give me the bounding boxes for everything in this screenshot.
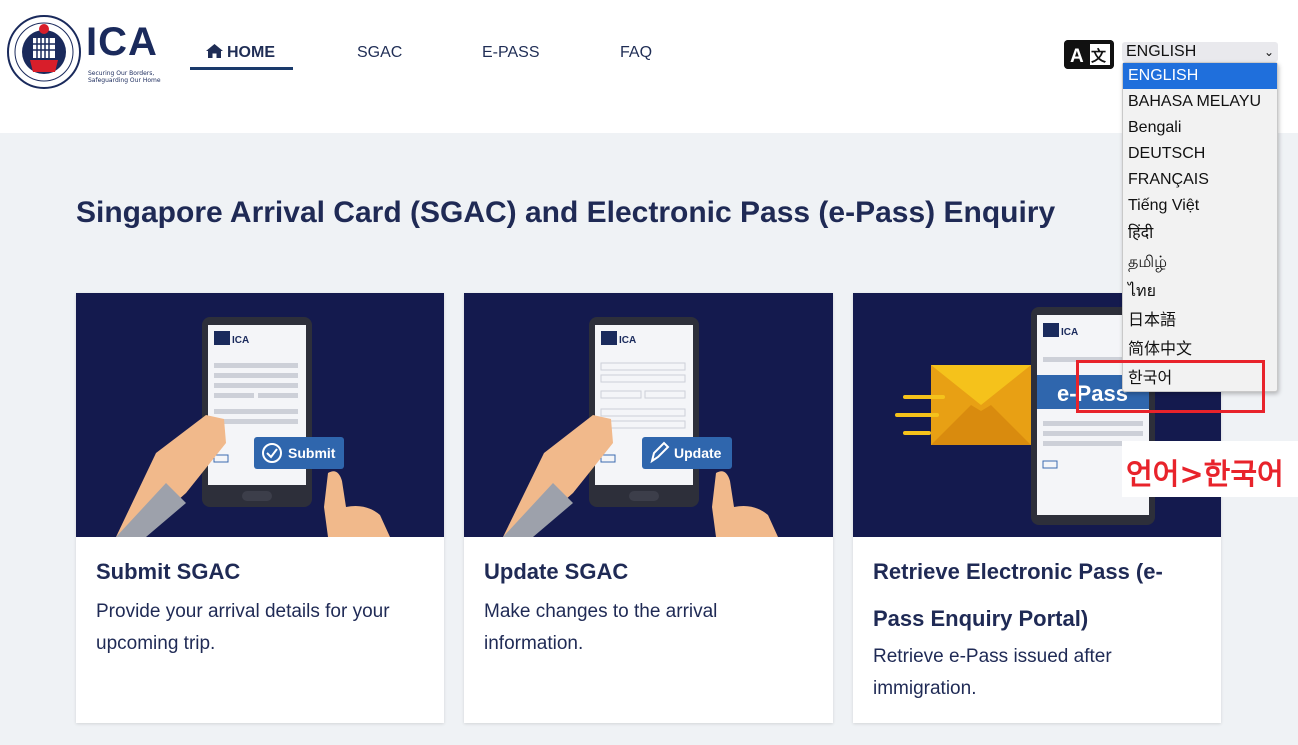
language-select[interactable]: ENGLISH ⌄ (1122, 42, 1278, 62)
language-option-vietnamese[interactable]: Tiếng Việt (1123, 193, 1277, 219)
language-select-value: ENGLISH (1126, 43, 1197, 60)
card-description: Make changes to the arrival information. (484, 601, 718, 654)
ica-seal-icon (7, 15, 81, 89)
home-icon (206, 44, 223, 58)
language-option-thai[interactable]: ไทย (1123, 277, 1277, 306)
language-option-francais[interactable]: FRANÇAIS (1123, 167, 1277, 193)
language-option-deutsch[interactable]: DEUTSCH (1123, 141, 1277, 167)
svg-text:文: 文 (1091, 47, 1107, 65)
ica-logo[interactable]: ICA Securing Our Borders, Safeguarding O… (6, 14, 161, 92)
card-description: Retrieve e-Pass issued after immigration… (873, 646, 1112, 699)
translate-icon[interactable]: A 文 (1064, 40, 1114, 69)
nav-sgac[interactable]: SGAC (357, 44, 402, 62)
page-title: Singapore Arrival Card (SGAC) and Electr… (76, 196, 1056, 229)
site-header: ICA Securing Our Borders, Safeguarding O… (0, 0, 1298, 133)
card-description: Provide your arrival details for your up… (96, 601, 390, 654)
svg-text:ICA: ICA (232, 335, 249, 346)
language-option-japanese[interactable]: 日本語 (1123, 306, 1277, 335)
submit-sgac-illustration: ICA Submit (76, 293, 444, 537)
chevron-down-icon: ⌄ (1263, 45, 1274, 59)
card-title: Retrieve Electronic Pass (e-Pass Enquiry… (873, 559, 1163, 631)
language-dropdown-menu: ENGLISH BAHASA MELAYU Bengali DEUTSCH FR… (1122, 62, 1278, 392)
submit-label: Submit (288, 445, 336, 461)
card-submit-sgac[interactable]: ICA Submit Submit SGAC Provide your arri… (76, 293, 444, 723)
annotation-callout: 언어>한국어 (1122, 441, 1298, 497)
logo-tagline: Securing Our Borders, Safeguarding Our H… (88, 70, 161, 84)
nav-home[interactable]: HOME (190, 44, 293, 70)
nav-home-label: HOME (227, 44, 275, 61)
nav-epass[interactable]: E-PASS (482, 44, 540, 62)
language-option-bengali[interactable]: Bengali (1123, 115, 1277, 141)
korean-option-highlight (1076, 360, 1265, 413)
logo-text: ICA (86, 20, 158, 64)
language-option-tamil[interactable]: தமிழ் (1123, 248, 1277, 277)
card-title: Update SGAC (484, 559, 629, 584)
annotation-text: 언어>한국어 (1126, 457, 1284, 491)
update-label: Update (674, 445, 722, 461)
language-option-hindi[interactable]: हिंदी (1123, 219, 1277, 248)
svg-text:A: A (1070, 46, 1084, 67)
language-option-english[interactable]: ENGLISH (1123, 63, 1277, 89)
card-title: Submit SGAC (96, 559, 241, 584)
svg-text:ICA: ICA (1061, 327, 1078, 338)
card-update-sgac[interactable]: ICA Update Update SGAC Make changes to t… (464, 293, 833, 723)
language-option-bahasa-melayu[interactable]: BAHASA MELAYU (1123, 89, 1277, 115)
nav-faq[interactable]: FAQ (620, 44, 652, 62)
update-sgac-illustration: ICA Update (464, 293, 833, 537)
svg-text:ICA: ICA (619, 335, 636, 346)
